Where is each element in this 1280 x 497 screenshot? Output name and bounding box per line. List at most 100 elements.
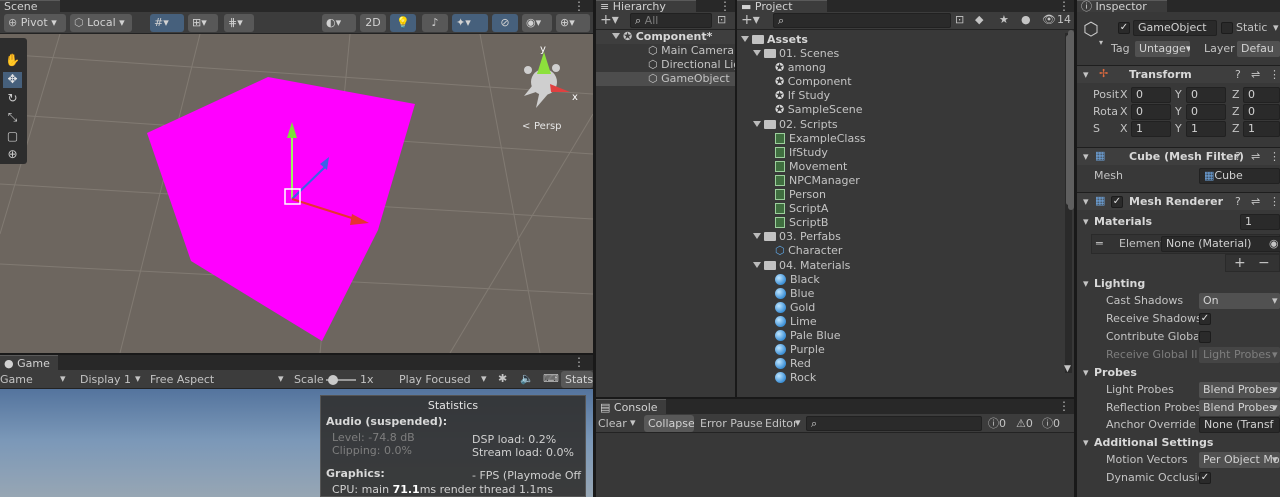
hierarchy-item-selected[interactable]: ⬡ GameObject bbox=[596, 72, 735, 86]
editor-dropdown[interactable]: Editor bbox=[765, 417, 798, 431]
scene-viewport[interactable]: y x Persp < bbox=[0, 34, 593, 353]
rect-tool-icon[interactable]: ▢ bbox=[3, 129, 22, 145]
project-asset-row[interactable]: Movement bbox=[775, 160, 847, 174]
project-asset-row[interactable]: Red bbox=[775, 357, 811, 371]
foldout-arrow-icon[interactable]: ▾ bbox=[1083, 195, 1089, 209]
kebab-menu-icon[interactable]: ⋮ bbox=[1269, 68, 1280, 82]
hidden-packages-icon[interactable]: 👁 bbox=[1042, 13, 1056, 27]
project-folder-row[interactable]: 04. Materials bbox=[753, 259, 850, 273]
project-asset-row[interactable]: ✪ SampleScene bbox=[775, 103, 863, 117]
dynamic-occlusion-checkbox[interactable]: ✓ bbox=[1199, 472, 1211, 484]
drag-handle-icon[interactable]: ═ bbox=[1096, 237, 1103, 251]
scale-slider-handle[interactable] bbox=[328, 375, 338, 385]
clear-button[interactable]: Clear bbox=[598, 417, 627, 431]
lighting-foldout-icon[interactable]: ▾ bbox=[1083, 277, 1089, 291]
kebab-menu-icon[interactable]: ⋮ bbox=[1058, 400, 1070, 412]
cast-shadows-dropdown[interactable]: On bbox=[1199, 293, 1280, 309]
y-value-input[interactable]: 0 bbox=[1186, 87, 1226, 103]
error-count-toggle[interactable]: ⓘ0 bbox=[1042, 417, 1060, 431]
expand-arrow-icon[interactable] bbox=[612, 33, 620, 39]
mesh-filter-header[interactable]: ▾ ▦ Cube (Mesh Filter) ? ⇌ ⋮ bbox=[1077, 147, 1280, 165]
local-dropdown[interactable]: ⬡ Local ▾ bbox=[70, 14, 132, 32]
play-focused-dropdown[interactable]: Play Focused bbox=[399, 373, 471, 387]
tab-hierarchy[interactable]: ≡ Hierarchy bbox=[596, 0, 696, 13]
project-asset-row[interactable]: Gold bbox=[775, 301, 815, 315]
z-value-input[interactable]: 0 bbox=[1243, 87, 1280, 103]
gizmos-dropdown[interactable]: ⊕▾ bbox=[556, 14, 590, 32]
magenta-cube[interactable] bbox=[147, 77, 415, 341]
save-search-icon[interactable]: ★ bbox=[999, 13, 1009, 27]
project-asset-row[interactable]: ScriptA bbox=[775, 202, 828, 216]
project-asset-row[interactable]: Black bbox=[775, 273, 820, 287]
audio-mute-icon[interactable]: 🔈 bbox=[520, 372, 534, 386]
anchor-override-field[interactable]: None (Transf bbox=[1199, 417, 1280, 433]
tab-scene[interactable]: Scene bbox=[0, 0, 60, 13]
help-icon[interactable]: ? bbox=[1235, 195, 1241, 209]
project-asset-row[interactable]: ExampleClass bbox=[775, 132, 866, 146]
z-value-input[interactable]: 0 bbox=[1243, 104, 1280, 120]
game-mode-dropdown[interactable]: Game bbox=[0, 373, 33, 387]
static-checkbox[interactable] bbox=[1221, 22, 1233, 34]
project-asset-row[interactable]: NPCManager bbox=[775, 174, 860, 188]
presets-icon[interactable]: ⇌ bbox=[1251, 150, 1260, 164]
search-by-type-icon[interactable]: ⊡ bbox=[717, 13, 726, 27]
error-pause-button[interactable]: Error Pause bbox=[700, 417, 763, 431]
search-by-type-icon[interactable]: ⊡ bbox=[955, 13, 964, 27]
static-chevron-icon[interactable]: ▾ bbox=[1273, 21, 1279, 35]
project-asset-row[interactable]: IfStudy bbox=[775, 146, 828, 160]
project-asset-row[interactable]: ✪ among bbox=[775, 61, 826, 75]
kebab-menu-icon[interactable]: ⋮ bbox=[719, 0, 731, 12]
y-value-input[interactable]: 1 bbox=[1186, 121, 1226, 137]
presets-icon[interactable]: ⇌ bbox=[1251, 195, 1260, 209]
expand-arrow-icon[interactable] bbox=[753, 261, 761, 268]
x-value-input[interactable]: 1 bbox=[1131, 121, 1171, 137]
audio-toggle-icon[interactable]: ♪ bbox=[422, 14, 448, 32]
orientation-gizmo[interactable] bbox=[524, 52, 570, 108]
tab-inspector[interactable]: ⓘ Inspector bbox=[1077, 0, 1167, 13]
camera-settings-dropdown[interactable]: ◉▾ bbox=[522, 14, 552, 32]
scroll-down-icon[interactable]: ▼ bbox=[1064, 362, 1071, 376]
scene-root-row[interactable]: ✪ Component* bbox=[596, 30, 735, 44]
active-checkbox[interactable]: ✓ bbox=[1118, 22, 1130, 34]
probes-foldout-icon[interactable]: ▾ bbox=[1083, 366, 1089, 380]
effects-dropdown[interactable]: ✦▾ bbox=[452, 14, 488, 32]
project-asset-row[interactable]: Rock bbox=[775, 371, 816, 385]
rotate-tool-icon[interactable]: ↻ bbox=[3, 91, 22, 107]
hierarchy-item[interactable]: ⬡ Main Camera bbox=[596, 44, 735, 58]
z-value-input[interactable]: 1 bbox=[1243, 121, 1280, 137]
draw-mode-dropdown[interactable]: ◐▾ bbox=[322, 14, 356, 32]
kebab-menu-icon[interactable]: ⋮ bbox=[1269, 195, 1280, 209]
project-folder-row[interactable]: 02. Scripts bbox=[753, 118, 838, 132]
presets-icon[interactable]: ⇌ bbox=[1251, 68, 1260, 82]
light-probes-dropdown[interactable]: Blend Probes bbox=[1199, 382, 1280, 398]
mesh-field[interactable]: ▦Cube bbox=[1199, 168, 1280, 184]
expand-arrow-icon[interactable] bbox=[741, 36, 749, 42]
object-name-input[interactable]: GameObject bbox=[1133, 20, 1217, 36]
info-count-toggle[interactable]: ⓘ0 bbox=[988, 417, 1006, 431]
mesh-renderer-enabled-checkbox[interactable]: ✓ bbox=[1111, 196, 1123, 208]
receive-shadows-checkbox[interactable]: ✓ bbox=[1199, 313, 1211, 325]
object-picker-icon[interactable]: ◉ bbox=[1269, 237, 1279, 251]
tag-dropdown[interactable]: Untagge▾ bbox=[1135, 41, 1190, 57]
project-asset-row[interactable]: Lime bbox=[775, 315, 817, 329]
kebab-menu-icon[interactable]: ⋮ bbox=[573, 356, 585, 368]
hierarchy-search-input[interactable]: ⌕ All bbox=[630, 13, 712, 28]
reflection-probes-dropdown[interactable]: Blend Probes bbox=[1199, 400, 1280, 416]
inspector-scrollbar[interactable] bbox=[1068, 30, 1074, 210]
expand-arrow-icon[interactable] bbox=[753, 120, 761, 127]
assets-folder-row[interactable]: Assets bbox=[741, 33, 808, 47]
stats-toggle[interactable]: Stats bbox=[561, 371, 593, 388]
add-material-button[interactable]: + bbox=[1234, 256, 1246, 270]
gameobject-icon-dropdown[interactable]: ▾ bbox=[1099, 36, 1103, 50]
hand-tool-icon[interactable]: ✋ bbox=[3, 53, 22, 69]
warning-count-toggle[interactable]: ⚠0 bbox=[1016, 417, 1033, 431]
tab-console[interactable]: ▤ Console bbox=[596, 399, 666, 414]
project-asset-row[interactable]: ✪ If Study bbox=[775, 89, 830, 103]
project-folder-row[interactable]: 03. Perfabs bbox=[753, 230, 841, 244]
project-asset-row[interactable]: Person bbox=[775, 188, 826, 202]
y-value-input[interactable]: 0 bbox=[1186, 104, 1226, 120]
kebab-menu-icon[interactable]: ⋮ bbox=[1269, 150, 1280, 164]
mesh-renderer-header[interactable]: ▾ ▦ ✓ Mesh Renderer ? ⇌ ⋮ bbox=[1077, 192, 1280, 210]
kebab-menu-icon[interactable]: ⋮ bbox=[1058, 0, 1070, 12]
pivot-dropdown[interactable]: ⊕ Pivot ▾ bbox=[4, 14, 66, 32]
